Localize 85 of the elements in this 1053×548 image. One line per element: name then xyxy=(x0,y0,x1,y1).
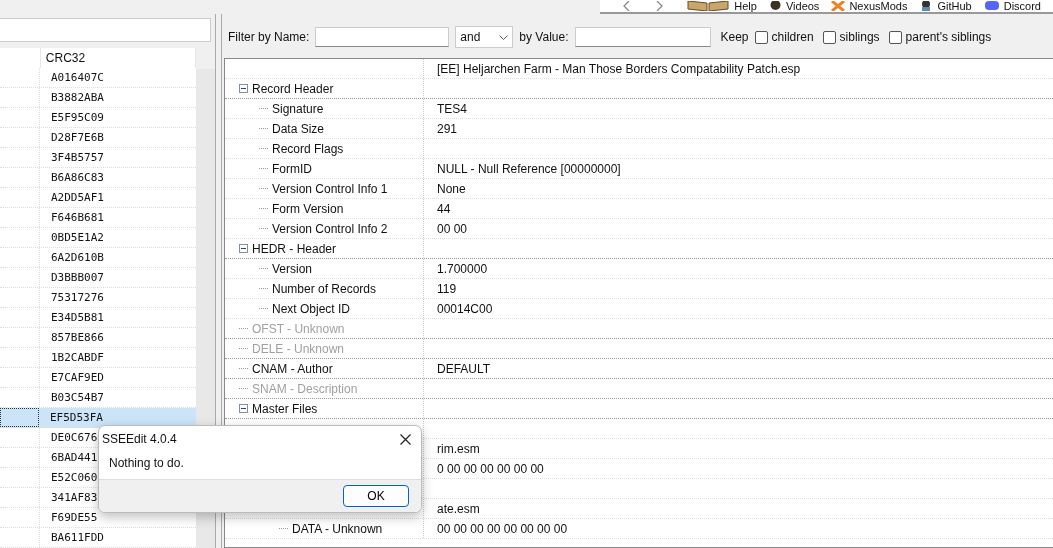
table-cell-text: A016407C xyxy=(50,71,104,84)
checkbox[interactable] xyxy=(822,30,836,44)
table-cell-text: DE0C676 xyxy=(50,431,98,444)
table-cell-text: E5F95C09 xyxy=(50,111,104,124)
field-name[interactable]: Record Flags xyxy=(272,141,344,156)
filter-label: Filter by Name: xyxy=(228,30,310,44)
field-name[interactable]: FormID xyxy=(272,161,312,176)
field-name[interactable]: Record Header xyxy=(252,81,334,96)
field-name[interactable]: DATA - Unknown xyxy=(292,521,383,536)
checkbox[interactable] xyxy=(888,30,902,44)
table-cell-text: E34D5B81 xyxy=(50,311,104,324)
field-value: NULL - Null Reference [00000000] xyxy=(437,161,621,176)
checkbox-label: parent's siblings xyxy=(905,30,992,44)
toolbar-link[interactable]: Videos xyxy=(785,0,820,12)
field-value: DEFAULT xyxy=(437,361,491,376)
table-cell-text: 6A2D610B xyxy=(50,251,104,264)
field-name[interactable]: Next Object ID xyxy=(272,301,351,316)
field-value: 00014C00 xyxy=(437,301,493,316)
ok-button[interactable]: OK xyxy=(343,485,409,507)
field-value: 0 00 00 00 00 00 00 xyxy=(437,461,544,476)
field-value: ate.esm xyxy=(437,501,480,516)
field-name[interactable]: Version Control Info 1 xyxy=(272,181,388,196)
chevron-icon xyxy=(499,34,509,40)
table-cell-text: 0BD5E1A2 xyxy=(50,231,104,244)
field-value: 119 xyxy=(437,281,457,296)
close-icon[interactable] xyxy=(400,433,411,445)
table-cell-text: E7CAF9ED xyxy=(50,371,104,384)
filter-label: by Value: xyxy=(519,30,569,44)
table-cell-text: 341AF83 xyxy=(50,491,98,504)
field-name[interactable]: Form Version xyxy=(272,201,344,216)
field-value: TES4 xyxy=(437,101,467,116)
field-value: rim.esm xyxy=(437,441,480,456)
table-cell-text: B3882ABA xyxy=(50,91,104,104)
field-name[interactable]: Version Control Info 2 xyxy=(272,221,388,236)
table-cell-text: EF5D53FA xyxy=(49,411,103,424)
table-cell-text: 1B2CABDF xyxy=(50,351,104,364)
field-name[interactable]: Master Files xyxy=(252,401,318,416)
forward-icon[interactable] xyxy=(654,1,665,11)
operator-dropdown[interactable]: and xyxy=(455,26,514,48)
toolbar-link[interactable]: Help xyxy=(734,0,757,12)
keep-label: Keep xyxy=(720,30,749,44)
name-filter-field[interactable] xyxy=(315,27,450,47)
field-name[interactable]: CNAM - Author xyxy=(252,361,333,376)
table-cell-text: F69DE55 xyxy=(50,511,98,524)
field-name[interactable]: Version xyxy=(272,261,313,276)
table-cell-text: 857BE866 xyxy=(50,331,104,344)
checkbox-label: siblings xyxy=(839,30,880,44)
dialog-title: SSEEdit 4.0.4 xyxy=(102,432,177,446)
field-name[interactable]: HEDR - Header xyxy=(252,241,337,256)
field-name[interactable]: Number of Records xyxy=(272,281,377,296)
table-cell-text: A2DD5AF1 xyxy=(50,191,104,204)
table-cell-text: 3F4B5757 xyxy=(50,151,104,164)
toolbar-link[interactable]: NexusMods xyxy=(849,0,908,12)
field-value: 291 xyxy=(437,121,458,136)
column-header[interactable]: CRC32 xyxy=(40,48,196,68)
field-value: 00 00 xyxy=(437,221,468,236)
field-value: 1.700000 xyxy=(437,261,488,276)
table-cell-text: D3BBB007 xyxy=(50,271,104,284)
field-name[interactable]: Data Size xyxy=(272,121,325,136)
table-cell-text: 6BAD441 xyxy=(50,451,98,464)
field-value: 44 xyxy=(437,201,451,216)
table-cell-text: BA611FDD xyxy=(50,531,104,544)
collapse-icon[interactable] xyxy=(239,404,248,413)
table-cell-text: D28F7E6B xyxy=(50,131,104,144)
toolbar-link[interactable]: GitHub xyxy=(937,0,972,12)
search-field[interactable] xyxy=(0,18,211,42)
table-cell-text: 75317276 xyxy=(50,291,104,304)
field-name[interactable]: Signature xyxy=(272,101,324,116)
controller-icon xyxy=(983,1,1000,11)
table-cell-text: B03C54B7 xyxy=(50,391,104,404)
list-row[interactable]: EF5D53FA xyxy=(0,408,196,428)
collapse-icon[interactable] xyxy=(239,244,248,253)
value-filter-field[interactable] xyxy=(574,27,711,47)
file-name-header: [EE] Heljarchen Farm - Man Those Borders Compatability Patch.esp xyxy=(436,61,801,76)
checkbox[interactable] xyxy=(754,30,768,44)
dialog-message: Nothing to do. xyxy=(109,456,184,470)
table-cell-text: B6A86C83 xyxy=(50,171,104,184)
toolbar-link[interactable]: Discord xyxy=(1003,0,1041,12)
field-value: 00 00 00 00 00 00 00 00 xyxy=(437,521,568,536)
book-icon xyxy=(686,1,731,11)
table-cell-text: F646B681 xyxy=(50,211,104,224)
field-value: None xyxy=(437,181,466,196)
checkbox-label: children xyxy=(771,30,814,44)
table-cell-text: E52C060 xyxy=(50,471,98,484)
collapse-icon[interactable] xyxy=(239,84,248,93)
